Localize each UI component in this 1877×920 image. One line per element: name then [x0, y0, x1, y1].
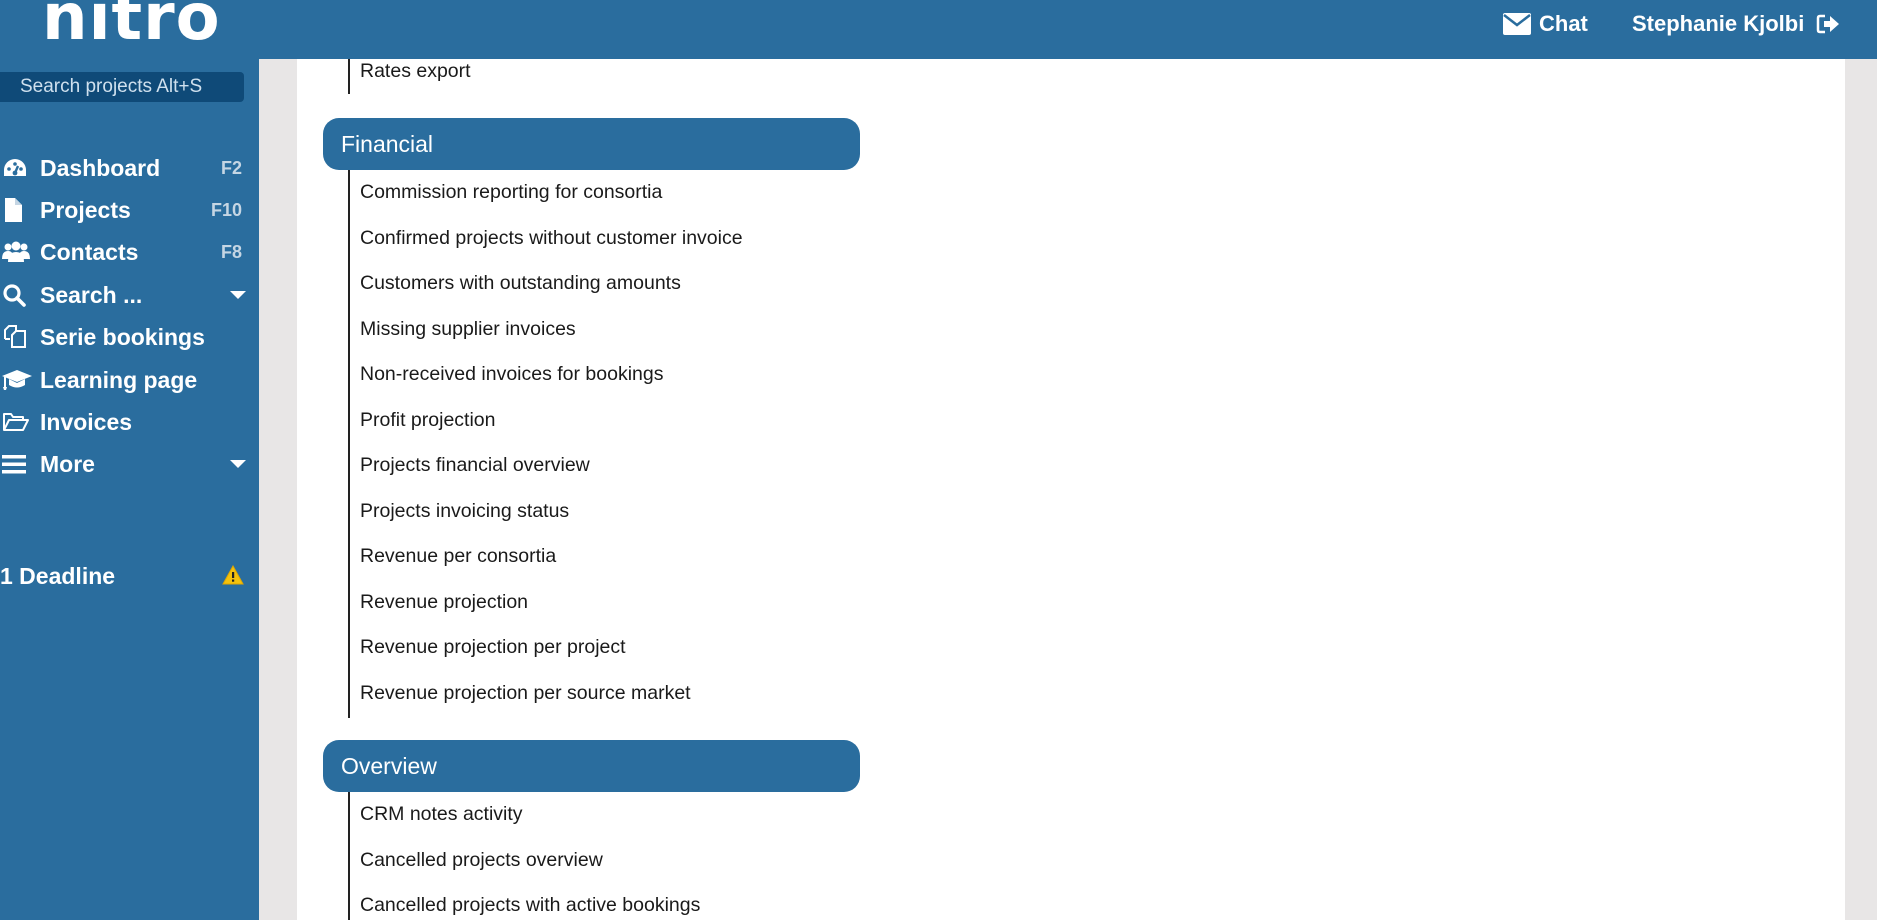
shortcut-key: F10: [210, 199, 242, 220]
report-link[interactable]: CRM notes activity: [360, 800, 523, 828]
chevron-down-icon[interactable]: [230, 291, 246, 299]
nav-label: More: [40, 450, 95, 477]
warning-icon: [222, 564, 244, 590]
nav-learning-page[interactable]: Learning page: [0, 360, 259, 400]
report-link[interactable]: Non-received invoices for bookings: [360, 360, 664, 388]
section-connector-line: [348, 170, 350, 718]
chevron-down-icon[interactable]: [230, 460, 246, 468]
nav-label: Learning page: [40, 366, 198, 393]
graduation-cap-icon: [0, 369, 40, 391]
nav-label: Serie bookings: [40, 323, 205, 350]
nav-serie-bookings[interactable]: Serie bookings: [0, 317, 259, 357]
users-icon: [0, 241, 40, 263]
report-link[interactable]: Revenue per consortia: [360, 542, 556, 570]
nav-contacts[interactable]: Contacts F8: [0, 232, 259, 272]
menu-icon: [0, 454, 40, 474]
report-link[interactable]: Rates export: [360, 57, 471, 85]
report-link[interactable]: Revenue projection per project: [360, 633, 626, 661]
report-link[interactable]: Confirmed projects without customer invo…: [360, 224, 743, 252]
file-icon: [0, 197, 40, 223]
user-name: Stephanie Kjolbi: [1632, 11, 1805, 36]
deadline-label: 1 Deadline: [0, 562, 116, 589]
section-header-overview[interactable]: Overview: [323, 740, 860, 792]
dashboard-icon: [0, 157, 40, 179]
nav-label: Dashboard: [40, 154, 161, 181]
sidebar: Dashboard F2 Projects F10 Contacts F8 Se…: [0, 59, 259, 920]
nav-label: Projects: [40, 196, 131, 223]
folder-open-icon: [0, 411, 40, 433]
shortcut-key: F8: [220, 241, 242, 262]
nav-dashboard[interactable]: Dashboard F2: [0, 148, 259, 188]
nav-projects[interactable]: Projects F10: [0, 190, 259, 230]
nav-label: Invoices: [40, 408, 133, 435]
report-link[interactable]: Commission reporting for consortia: [360, 178, 662, 206]
report-link[interactable]: Missing supplier invoices: [360, 315, 576, 343]
nitro-logo[interactable]: nitro: [42, 0, 221, 50]
report-link[interactable]: Revenue projection per source market: [360, 679, 691, 707]
shortcut-key: F2: [220, 157, 242, 178]
report-link[interactable]: Cancelled projects with active bookings: [360, 891, 700, 919]
chat-label: Chat: [1539, 11, 1588, 36]
report-link[interactable]: Projects financial overview: [360, 451, 590, 479]
report-link[interactable]: Cancelled projects overview: [360, 846, 603, 874]
project-search-input[interactable]: [0, 72, 244, 102]
deadline-alert[interactable]: 1 Deadline: [0, 556, 259, 596]
nav-label: Search ...: [40, 281, 143, 308]
report-link[interactable]: Projects invoicing status: [360, 497, 569, 525]
section-connector-line: [348, 792, 350, 920]
logout-icon[interactable]: [1816, 13, 1840, 35]
section-header-financial[interactable]: Financial: [323, 118, 860, 170]
report-link[interactable]: Customers with outstanding amounts: [360, 269, 681, 297]
report-link[interactable]: Profit projection: [360, 406, 495, 434]
copy-icon: [0, 325, 40, 349]
nav-more[interactable]: More: [0, 444, 259, 484]
top-header: nitro Chat Stephanie Kjolbi: [0, 0, 1877, 59]
chat-button[interactable]: Chat: [1503, 10, 1588, 38]
user-menu[interactable]: Stephanie Kjolbi: [1632, 10, 1840, 38]
search-icon: [0, 283, 40, 307]
report-link[interactable]: Revenue projection: [360, 588, 528, 616]
nav-search[interactable]: Search ...: [0, 275, 259, 315]
section-connector-line: [348, 59, 350, 94]
nav-invoices[interactable]: Invoices: [0, 402, 259, 442]
nav-label: Contacts: [40, 238, 139, 265]
reports-panel: Rates export Financial Commission report…: [297, 59, 1845, 920]
envelope-icon: [1503, 13, 1531, 35]
